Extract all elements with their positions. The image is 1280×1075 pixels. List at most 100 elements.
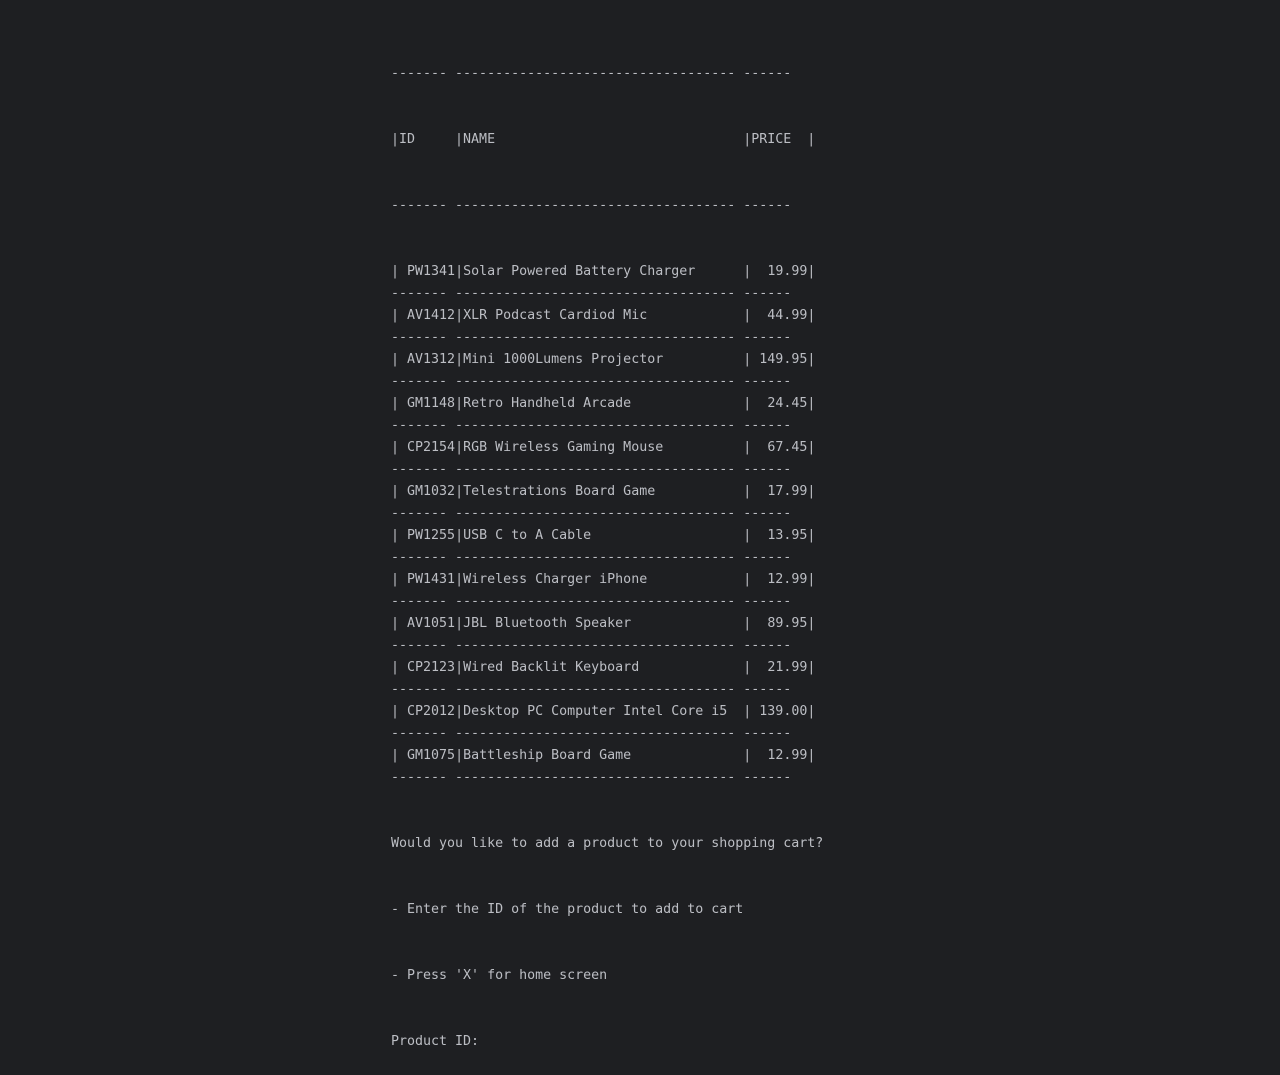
cell-border: | [663,440,760,455]
console-output: ------- --------------------------------… [391,19,823,1075]
cell-name: RGB Wireless Gaming Mouse [463,440,664,455]
table-row: | PW1431|Wireless Charger iPhone | 12.99… [391,569,823,591]
cell-border: | [727,704,760,719]
cell-border: | [391,264,408,279]
cell-border: | [807,308,816,323]
cell-id: PW1431 [407,572,456,587]
cell-id: CP2012 [407,704,456,719]
cell-border: | [391,440,408,455]
cell-id: GM1032 [407,484,456,499]
table-separator: ------- --------------------------------… [391,682,792,697]
cell-border: | [455,264,464,279]
table-separator: ------- --------------------------------… [391,374,792,389]
cell-border: | [391,308,408,323]
cell-name: Desktop PC Computer Intel Core i5 [463,704,728,719]
cell-border: | [391,352,408,367]
cell-id: PW1341 [407,264,456,279]
table-row: | AV1412|XLR Podcast Cardiod Mic | 44.99… [391,305,823,327]
cell-price: 17.99 [767,484,808,499]
cell-price: 44.99 [767,308,808,323]
cell-id: GM1148 [407,396,456,411]
cell-price: 19.99 [767,264,808,279]
cell-price: 149.95 [759,352,808,367]
cell-price: 24.45 [767,396,808,411]
table-separator: ------- --------------------------------… [391,66,792,81]
cell-price: 67.45 [767,440,808,455]
cell-id: AV1412 [407,308,456,323]
table-row: | AV1051|JBL Bluetooth Speaker | 89.95| [391,613,823,635]
cell-border: | [591,528,760,543]
table-row: | AV1312|Mini 1000Lumens Projector | 149… [391,349,823,371]
prompt-option-home: - Press 'X' for home screen [391,968,608,983]
table-separator: ------- --------------------------------… [391,506,792,521]
table-separator: ------- --------------------------------… [391,286,792,301]
cell-name: XLR Podcast Cardiod Mic [463,308,648,323]
table-separator: ------- --------------------------------… [391,330,792,345]
table-row: | CP2123|Wired Backlit Keyboard | 21.99| [391,657,823,679]
cell-id: CP2154 [407,440,456,455]
cell-border: | [631,396,760,411]
cell-border: | [807,396,816,411]
cell-border: | [807,352,816,367]
cell-border: | [455,572,464,587]
table-separator: ------- --------------------------------… [391,550,792,565]
cell-border: | [807,264,816,279]
cell-name: JBL Bluetooth Speaker [463,616,632,631]
product-id-label: Product ID: [391,1034,488,1049]
table-separator: ------- --------------------------------… [391,726,792,741]
cell-border: | [807,440,816,455]
cell-border: | [647,308,760,323]
cell-price: 13.95 [767,528,808,543]
table-separator: ------- --------------------------------… [391,198,792,213]
table-header: |ID |NAME |PRICE | [391,132,816,147]
cell-name: Retro Handheld Arcade [463,396,632,411]
cell-id: AV1051 [407,616,456,631]
product-id-input[interactable] [487,1032,688,1052]
cell-border: | [391,528,408,543]
cell-border: | [391,616,408,631]
table-row: | CP2154|RGB Wireless Gaming Mouse | 67.… [391,437,823,459]
cell-border: | [807,484,816,499]
table-separator: ------- --------------------------------… [391,418,792,433]
cell-border: | [455,748,464,763]
table-row: | PW1255|USB C to A Cable | 13.95| [391,525,823,547]
cell-border: | [391,484,408,499]
cell-border: | [455,704,464,719]
table-row: | GM1032|Telestrations Board Game | 17.9… [391,481,823,503]
cell-name: Wireless Charger iPhone [463,572,648,587]
cell-id: GM1075 [407,748,456,763]
cell-border: | [807,572,816,587]
cell-name: Wired Backlit Keyboard [463,660,640,675]
cell-name: Battleship Board Game [463,748,632,763]
cell-id: AV1312 [407,352,456,367]
cell-border: | [391,572,408,587]
cell-border: | [655,484,760,499]
cell-border: | [455,616,464,631]
table-separator: ------- --------------------------------… [391,770,792,785]
cell-border: | [455,484,464,499]
cell-border: | [455,528,464,543]
cell-id: CP2123 [407,660,456,675]
cell-border: | [695,264,760,279]
cell-border: | [455,440,464,455]
cell-name: Telestrations Board Game [463,484,656,499]
cell-name: USB C to A Cable [463,528,592,543]
table-separator: ------- --------------------------------… [391,594,792,609]
cell-price: 21.99 [767,660,808,675]
cell-price: 89.95 [767,616,808,631]
table-body: | PW1341|Solar Powered Battery Charger |… [391,261,823,789]
cell-border: | [455,396,464,411]
prompt-option-add: - Enter the ID of the product to add to … [391,902,744,917]
product-id-prompt: Product ID: [391,1031,823,1053]
cell-border: | [455,660,464,675]
cell-border: | [647,572,760,587]
cell-border: | [391,660,408,675]
cell-border: | [807,704,816,719]
table-row: | PW1341|Solar Powered Battery Charger |… [391,261,823,283]
cell-id: PW1255 [407,528,456,543]
cell-name: Solar Powered Battery Charger [463,264,696,279]
cell-border: | [391,396,408,411]
cell-border: | [807,748,816,763]
cell-border: | [391,704,408,719]
table-separator: ------- --------------------------------… [391,638,792,653]
